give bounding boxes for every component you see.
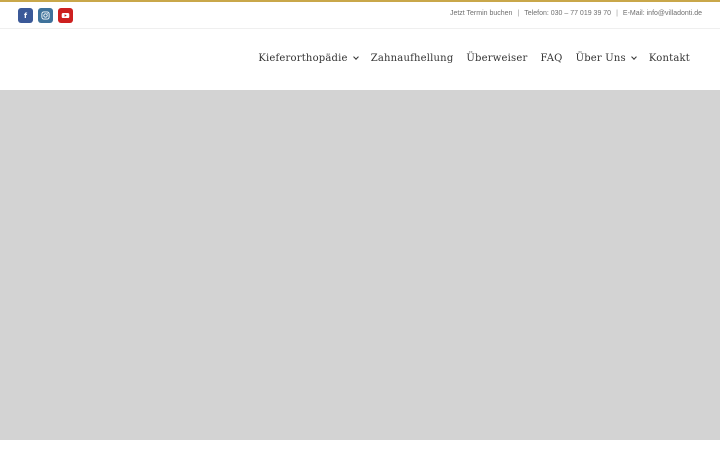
phone-link[interactable]: Telefon: 030 – 77 019 39 70 <box>524 10 611 17</box>
nav-item-label: Kontakt <box>648 53 690 64</box>
nav-item-kontakt[interactable]: Kontakt <box>649 53 690 64</box>
nav-item-label: Kieferorthopädie <box>258 53 348 64</box>
youtube-icon-glyph <box>61 12 70 19</box>
nav-item-ueber-uns[interactable]: Über Uns <box>575 53 637 64</box>
nav-item-kieferorthopaedie[interactable]: Kieferorthopädie <box>258 53 359 64</box>
booking-link[interactable]: Jetzt Termin buchen <box>450 10 513 17</box>
youtube-icon[interactable] <box>58 8 73 23</box>
main-nav: Kieferorthopädie Zahnaufhellung Überweis… <box>258 53 690 64</box>
facebook-icon[interactable]: f <box>18 8 33 23</box>
separator: | <box>517 10 520 17</box>
contact-info: Jetzt Termin buchen | Telefon: 030 – 77 … <box>450 10 702 17</box>
hero-banner <box>0 90 720 440</box>
main-header: Kieferorthopädie Zahnaufhellung Überweis… <box>0 29 720 90</box>
page-bottom <box>0 440 720 450</box>
nav-item-zahnaufhellung[interactable]: Zahnaufhellung <box>371 53 454 64</box>
instagram-icon[interactable] <box>38 8 53 23</box>
separator: | <box>616 10 618 17</box>
nav-item-label: Über Uns <box>575 53 626 64</box>
facebook-icon-glyph: f <box>23 11 28 20</box>
nav-item-faq[interactable]: FAQ <box>540 53 562 64</box>
nav-item-label: Zahnaufhellung <box>370 53 454 64</box>
chevron-down-icon <box>352 54 359 60</box>
nav-item-ueberweiser[interactable]: Überweiser <box>466 53 527 64</box>
nav-item-label: Überweiser <box>466 53 528 64</box>
chevron-down-icon <box>631 54 637 60</box>
nav-item-label: FAQ <box>540 53 563 64</box>
email-link[interactable]: E-Mail: info@villadonti.de <box>623 10 702 17</box>
instagram-icon-glyph <box>41 11 50 20</box>
social-links: f <box>18 8 73 23</box>
top-bar: f Jetzt Termin buchen | Telefon: 030 – 7… <box>0 2 720 29</box>
